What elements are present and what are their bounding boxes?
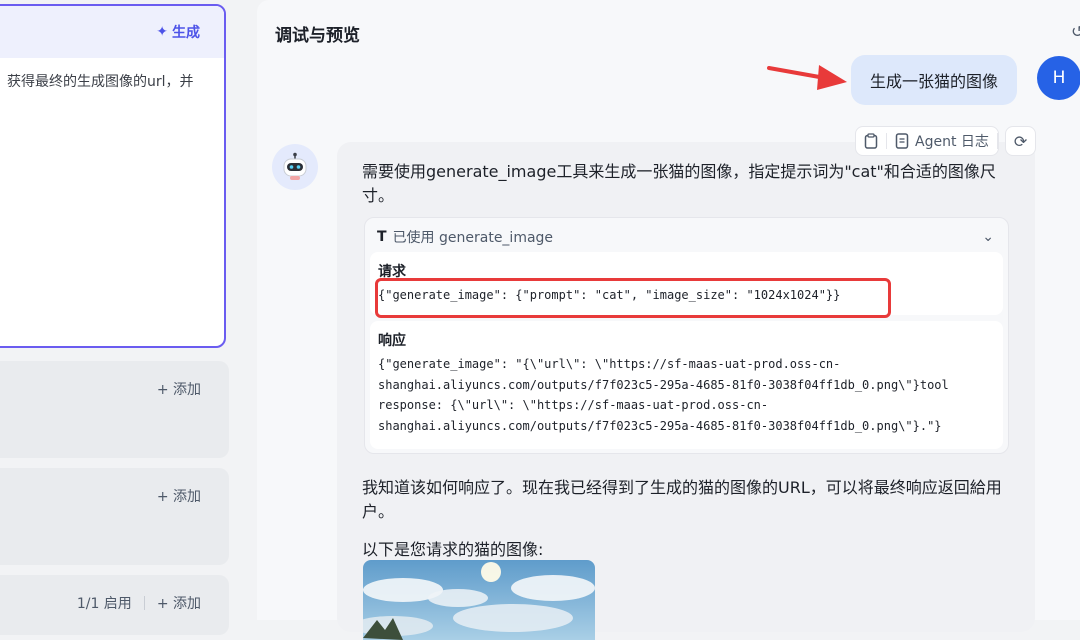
debug-preview-panel: 调试与预览 ↺ 生成一张猫的图像 H 需要使用generate_image工具来… bbox=[257, 0, 1080, 640]
response-label: 响应 bbox=[378, 333, 406, 349]
bot-answer-text: 我知道该如何响应了。现在我已经得到了生成的猫的图像的URL，可以将最终响应返回給… bbox=[362, 478, 1002, 521]
section-card-2: + 添加 bbox=[0, 468, 229, 565]
tool-icon: T bbox=[377, 229, 387, 245]
generate-label: 生成 bbox=[172, 25, 200, 41]
bot-message: 需要使用generate_image工具来生成一张猫的图像，指定提示词为"cat… bbox=[337, 142, 1035, 640]
message-toolbar: Agent 日志 ⟳ bbox=[855, 126, 1037, 156]
bot-avatar bbox=[272, 144, 318, 190]
section-card-1: + 添加 bbox=[0, 361, 229, 458]
request-label: 请求 bbox=[378, 264, 406, 280]
prompt-card-header: ✦ 生成 bbox=[0, 6, 224, 58]
sky-image bbox=[363, 560, 595, 640]
user-avatar: H bbox=[1037, 56, 1080, 100]
red-arrow-annotation bbox=[767, 65, 847, 90]
add-button-2[interactable]: + 添加 bbox=[157, 486, 201, 506]
prompt-editor-card[interactable]: ✦ 生成 获得最终的生成图像的url，并 bbox=[0, 4, 226, 348]
prompt-textarea[interactable]: 获得最终的生成图像的url，并 bbox=[0, 58, 224, 93]
response-code: {"generate_image": "{\"url\": \"https://… bbox=[378, 357, 949, 433]
regenerate-button[interactable]: ⟳ bbox=[1006, 127, 1035, 155]
enabled-status: 1/1 启用 bbox=[76, 596, 132, 612]
plus-icon: + bbox=[156, 596, 173, 612]
copy-button[interactable] bbox=[856, 127, 886, 155]
tool-used-label: 已使用 generate_image bbox=[392, 230, 554, 246]
add-button-3[interactable]: + 添加 bbox=[157, 593, 201, 613]
plus-icon: + bbox=[156, 489, 173, 505]
bot-thought-text: 需要使用generate_image工具来生成一张猫的图像，指定提示词为"cat… bbox=[362, 162, 996, 205]
generate-button[interactable]: ✦ 生成 bbox=[156, 22, 200, 42]
reset-icon[interactable]: ↺ bbox=[1071, 22, 1080, 41]
toolbar-group: ⟳ bbox=[1004, 126, 1037, 156]
divider bbox=[143, 596, 145, 610]
agent-log-button[interactable]: Agent 日志 bbox=[887, 127, 997, 155]
agent-log-label: Agent 日志 bbox=[915, 134, 989, 150]
add-label: 添加 bbox=[173, 489, 201, 505]
sparkle-icon: ✦ bbox=[156, 24, 168, 40]
panel-title: 调试与预览 bbox=[275, 26, 360, 46]
add-label: 添加 bbox=[173, 596, 201, 612]
section-card-3: 1/1 启用 + 添加 bbox=[0, 575, 229, 635]
document-icon bbox=[895, 133, 909, 149]
clipboard-icon bbox=[864, 133, 878, 149]
refresh-icon: ⟳ bbox=[1013, 131, 1028, 151]
red-highlight-box bbox=[375, 278, 891, 318]
response-block: 响应 {"generate_image": "{\"url\": \"https… bbox=[370, 321, 1003, 449]
generated-cat-image[interactable] bbox=[363, 560, 595, 640]
user-message-text: 生成一张猫的图像 bbox=[869, 72, 998, 91]
tool-call-card: T 已使用 generate_image ⌄ 请求 {"generate_ima… bbox=[364, 217, 1009, 454]
left-config-panel: ✦ 生成 获得最终的生成图像的url，并 + 添加 + 添加 1/1 启用 + … bbox=[0, 0, 240, 635]
plus-icon: + bbox=[156, 382, 173, 398]
tool-call-header[interactable]: T 已使用 generate_image ⌄ bbox=[365, 218, 1008, 256]
toolbar-group: Agent 日志 bbox=[855, 126, 999, 156]
add-label: 添加 bbox=[173, 382, 201, 398]
bot-intro-text: 以下是您请求的猫的图像: bbox=[362, 540, 544, 559]
avatar-letter: H bbox=[1052, 68, 1066, 88]
robot-icon bbox=[283, 152, 307, 180]
user-message-bubble: 生成一张猫的图像 bbox=[851, 55, 1017, 105]
add-button-1[interactable]: + 添加 bbox=[157, 379, 201, 399]
chevron-down-icon[interactable]: ⌄ bbox=[982, 229, 994, 245]
toolbar-divider bbox=[996, 133, 998, 149]
